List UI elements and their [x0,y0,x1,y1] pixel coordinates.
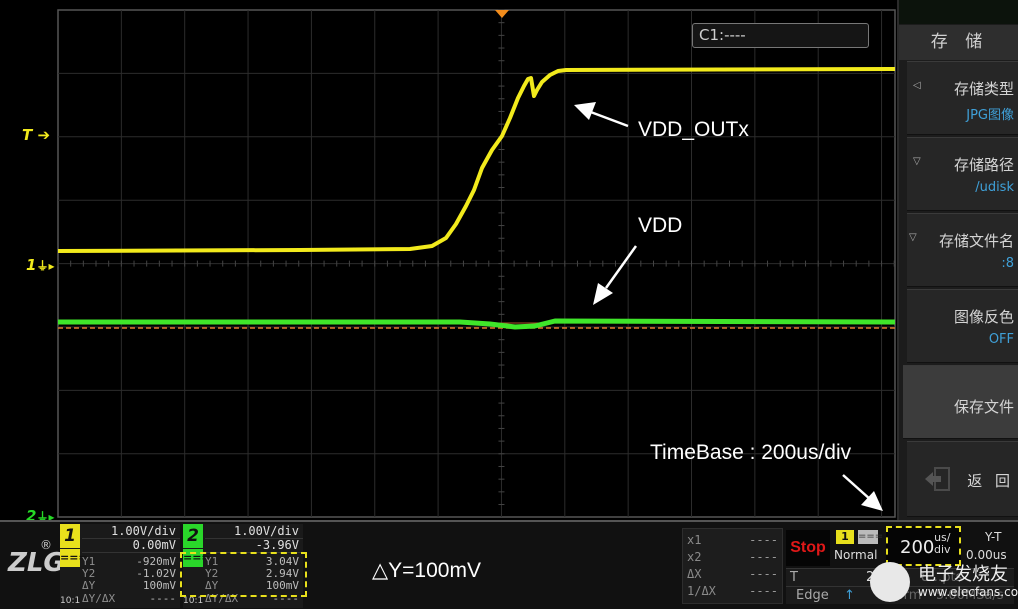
softkey-storage-path[interactable]: ▽ 存储路径 /udisk [907,137,1018,211]
oscilloscope-screen: T ➔ 1⏚▸ 2⏚▸ C1:---- VDD_OUTx VDD TimeBas… [0,0,1018,609]
probe-ratio: 10:1 [60,596,81,606]
softkey-label: 存储路径 [953,156,1014,174]
logo-text: ZLG [8,548,65,578]
dc-coupling-icon: === [60,549,88,567]
row-key: x1 [687,533,702,547]
row-key: ΔY [82,579,96,592]
probe-ratio: 10:1 [183,596,204,606]
ch2-number-badge[interactable]: 2 [183,524,203,548]
ch1-volts-per-div[interactable]: 1.00V/div [111,524,176,538]
softkey-label: 保存文件 [953,398,1014,416]
caret-left-icon: ◁ [913,80,921,91]
annotation-arrows [316,102,883,579]
zlg-logo: ZLG ® [8,538,65,588]
row-key: 1/ΔX [687,584,716,598]
softkey-save-file[interactable]: 保存文件 [903,365,1018,439]
arrow-timebase [842,474,883,511]
label-vdd-outx: VDD_OUTx [638,118,749,141]
softkey-label: 图像反色 [953,308,1014,326]
arrow-vdd [593,245,638,305]
divider [82,552,180,553]
softkey-value: OFF [988,332,1014,347]
display-mode[interactable]: Y-T [985,530,1001,544]
label-delta-y: △Y=100mV [372,559,481,582]
ch1-panel[interactable]: 1 === 10:1 1.00V/div 0.00mV Y1 -920mV Y2-… [60,524,180,608]
label-vdd: VDD [638,214,683,237]
inv-dx-row: 1/ΔX ---- [687,584,778,598]
ch1-cursor-dy: ΔY 100mV [82,579,176,592]
timebase-unit: us/div [934,532,951,556]
ch1-cursor-y1: Y1 -920mV [82,555,176,568]
menu-top-strip [899,0,1018,24]
row-value: ---- [749,567,778,581]
softkey-image-invert[interactable]: 图像反色 OFF [907,289,1018,363]
unit-bottom: div [934,543,951,556]
arrow-vdd-outx [574,102,629,128]
x2-row: x2 ---- [687,550,778,564]
elecfans-watermark: 电子发烧友 www.elecfans.com [866,560,1018,605]
row-key: ΔY/ΔX [82,592,116,605]
softkey-return[interactable]: 返 回 [907,441,1018,517]
row-key: ΔX [687,567,702,581]
ch1-offset[interactable]: 0.00mV [133,538,176,552]
caret-down-icon: ▽ [913,156,921,167]
ch1-cursor-y2: Y2 -1.02V [82,567,176,580]
timebase-value: 200 [900,537,935,558]
softkey-label: 返 回 [967,472,1014,490]
trigger-type: Edge [796,588,829,603]
ch2-volts-per-div[interactable]: 1.00V/div [234,524,299,538]
run-stop-button[interactable]: Stop [786,530,830,566]
trigger-source-badge[interactable]: 1 [836,530,854,544]
softkey-storage-filename[interactable]: ▽ 存储文件名 :8 [907,213,1018,287]
storage-menu: 存 储 ◁ 存储类型 JPG图像 ▽ 存储路径 /udisk ▽ 存储文件名 :… [897,0,1018,520]
label-timebase: TimeBase : 200us/div [650,441,852,464]
watermark-url: www.elecfans.com [918,585,1018,599]
rising-edge-icon: ↑ [844,588,855,603]
menu-title: 存 储 [899,25,1018,60]
ch2-cursor-highlight [180,552,307,597]
trigger-label: T [790,570,798,585]
softkey-value: /udisk [975,180,1014,195]
registered-mark: ® [40,538,52,552]
row-value: ---- [149,592,177,605]
ch1-number-badge[interactable]: 1 [60,524,80,548]
exit-icon [923,466,953,492]
softkey-label: 存储文件名 [938,232,1014,250]
row-value: ---- [749,584,778,598]
softkey-value: JPG图像 [966,108,1014,123]
trigger-coupling-icon[interactable]: === [858,530,883,544]
softkey-label: 存储类型 [953,80,1014,98]
watermark-cn: 电子发烧友 [918,564,1008,585]
dx-row: ΔX ---- [687,567,778,581]
ch1-cursor-dydx: ΔY/ΔX ---- [82,592,177,605]
row-key: x2 [687,550,702,564]
row-value: ---- [749,550,778,564]
ch2-offset[interactable]: -3.96V [256,538,299,552]
softkey-storage-type[interactable]: ◁ 存储类型 JPG图像 [907,61,1018,135]
row-value: 100mV [142,579,176,592]
softkey-value: :8 [1001,256,1014,271]
row-value: ---- [749,533,778,547]
caret-down-icon: ▽ [909,232,917,243]
x-cursor-panel[interactable]: x1 ---- x2 ---- ΔX ---- 1/ΔX ---- [682,528,783,604]
x1-row: x1 ---- [687,533,778,547]
watermark-logo-icon [870,562,910,602]
